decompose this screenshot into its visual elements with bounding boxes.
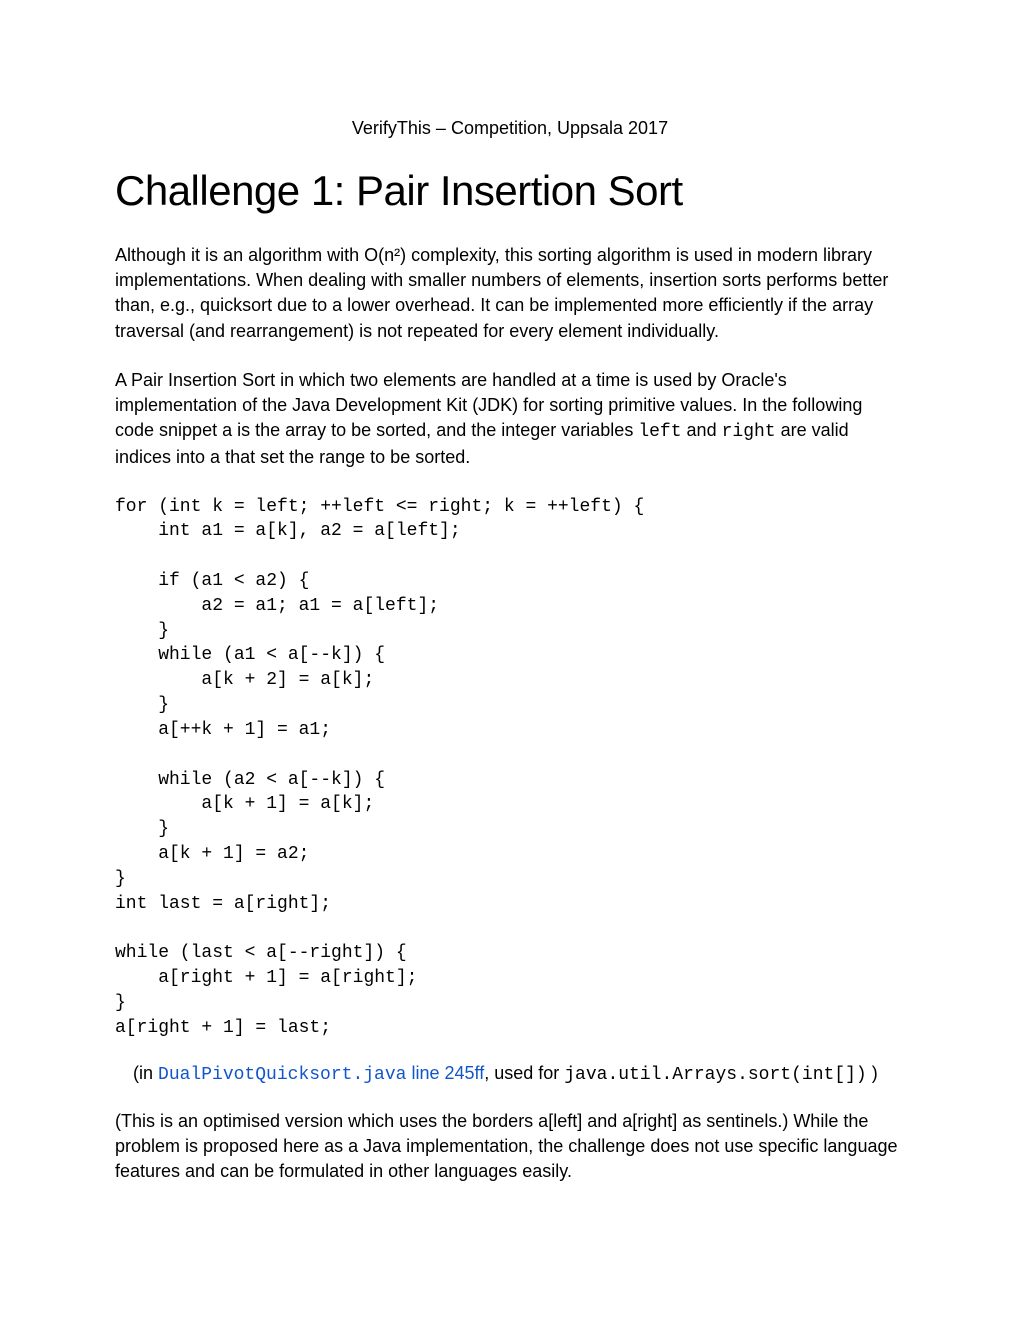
citation-suffix: ) — [867, 1063, 878, 1083]
citation-link-line: line 245ff — [406, 1063, 484, 1083]
code-citation: (in DualPivotQuicksort.java line 245ff, … — [133, 1063, 905, 1085]
citation-link[interactable]: DualPivotQuicksort.java line 245ff — [158, 1063, 484, 1083]
para2-text-b: and — [682, 420, 722, 440]
code-snippet: for (int k = left; ++left <= right; k = … — [115, 495, 905, 1041]
page-title: Challenge 1: Pair Insertion Sort — [115, 167, 905, 215]
citation-mid: , used for — [484, 1063, 564, 1083]
inline-code-right: right — [722, 422, 776, 442]
citation-prefix: (in — [133, 1063, 158, 1083]
intro-paragraph-2: A Pair Insertion Sort in which two eleme… — [115, 368, 905, 471]
inline-code-left: left — [638, 422, 681, 442]
citation-usage-code: java.util.Arrays.sort(int[]) — [564, 1065, 866, 1085]
citation-link-filename: DualPivotQuicksort.java — [158, 1065, 406, 1085]
intro-paragraph-1: Although it is an algorithm with O(n²) c… — [115, 243, 905, 344]
page-header: VerifyThis – Competition, Uppsala 2017 — [115, 118, 905, 139]
closing-paragraph: (This is an optimised version which uses… — [115, 1109, 905, 1185]
